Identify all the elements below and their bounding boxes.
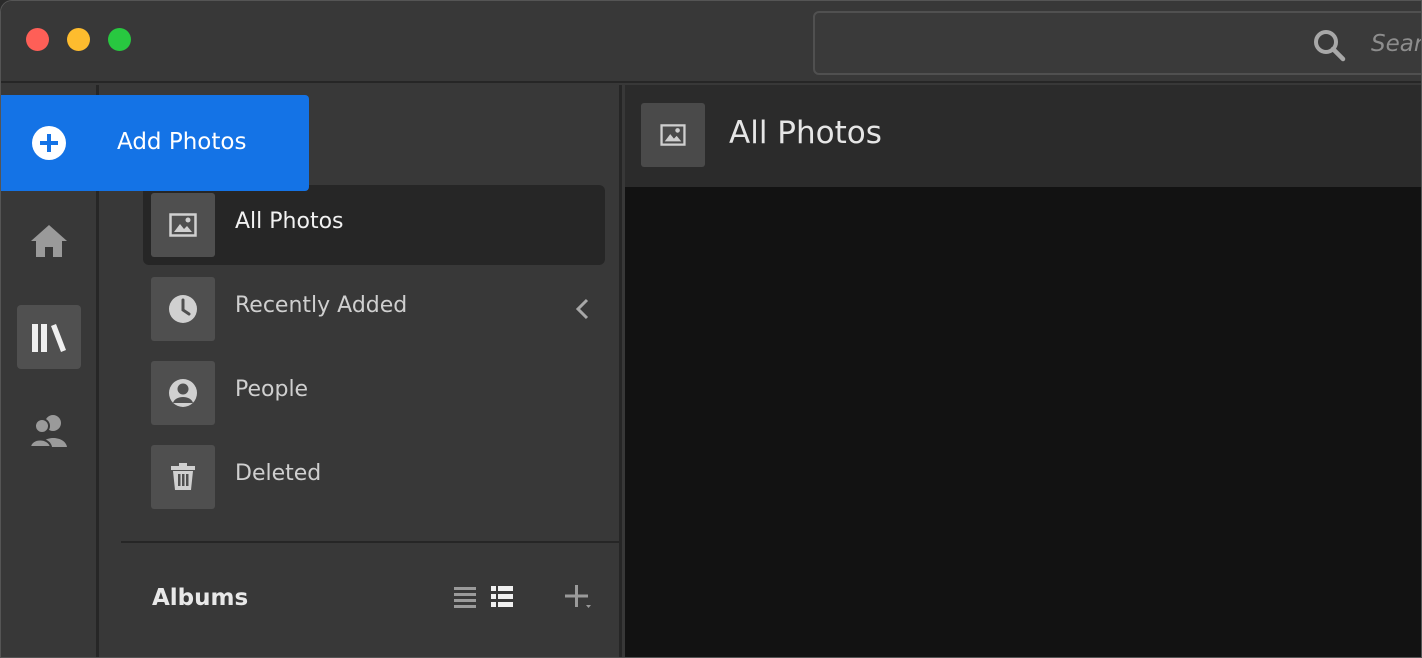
trash-icon — [171, 463, 195, 490]
albums-heading: Albums — [152, 585, 249, 611]
plus-circle-icon — [32, 126, 66, 160]
nav-icon-box — [151, 361, 215, 425]
search-icon — [1314, 30, 1346, 62]
zoom-window-button[interactable] — [108, 28, 131, 51]
nav-icon-box — [151, 193, 215, 257]
shared-button[interactable] — [17, 399, 81, 463]
sidebar-item-all-photos[interactable]: All Photos — [143, 185, 605, 265]
library-icon — [32, 324, 66, 352]
close-window-button[interactable] — [26, 28, 49, 51]
add-photos-button[interactable]: Add Photos — [1, 95, 309, 191]
photo-icon — [660, 124, 686, 146]
header-icon-box — [641, 103, 705, 167]
page-title: All Photos — [729, 115, 882, 151]
minimize-window-button[interactable] — [67, 28, 90, 51]
sidebar-item-people[interactable]: People — [143, 353, 605, 433]
add-album-icon[interactable] — [564, 583, 592, 611]
main-header: All Photos — [625, 85, 1421, 187]
home-button[interactable] — [17, 209, 81, 273]
chevron-left-icon[interactable] — [575, 297, 589, 321]
photo-icon — [169, 213, 197, 237]
app-window: Search — [0, 0, 1422, 658]
sidebar-item-label: Deleted — [235, 461, 322, 486]
clock-icon — [169, 295, 197, 323]
nav-icon-box — [151, 445, 215, 509]
sidebar-item-deleted[interactable]: Deleted — [143, 437, 605, 517]
list-view-icon[interactable] — [452, 583, 480, 611]
person-icon — [169, 379, 197, 407]
sidebar-item-label: All Photos — [235, 209, 344, 234]
photo-grid-area[interactable] — [625, 187, 1421, 657]
nav-icon-box — [151, 277, 215, 341]
title-bar: Search — [1, 1, 1421, 83]
people-shared-icon — [29, 415, 67, 448]
sidebar-item-recently-added[interactable]: Recently Added — [143, 269, 605, 349]
add-photos-label: Add Photos — [117, 129, 247, 155]
sidebar-divider — [121, 541, 622, 543]
home-icon — [31, 225, 67, 257]
sidebar-item-label: People — [235, 377, 309, 402]
search-placeholder: Search — [1371, 31, 1421, 57]
library-button[interactable] — [17, 305, 81, 369]
search-input[interactable]: Search — [813, 11, 1421, 75]
detail-view-icon[interactable] — [489, 583, 517, 611]
sidebar-item-label: Recently Added — [235, 293, 408, 318]
